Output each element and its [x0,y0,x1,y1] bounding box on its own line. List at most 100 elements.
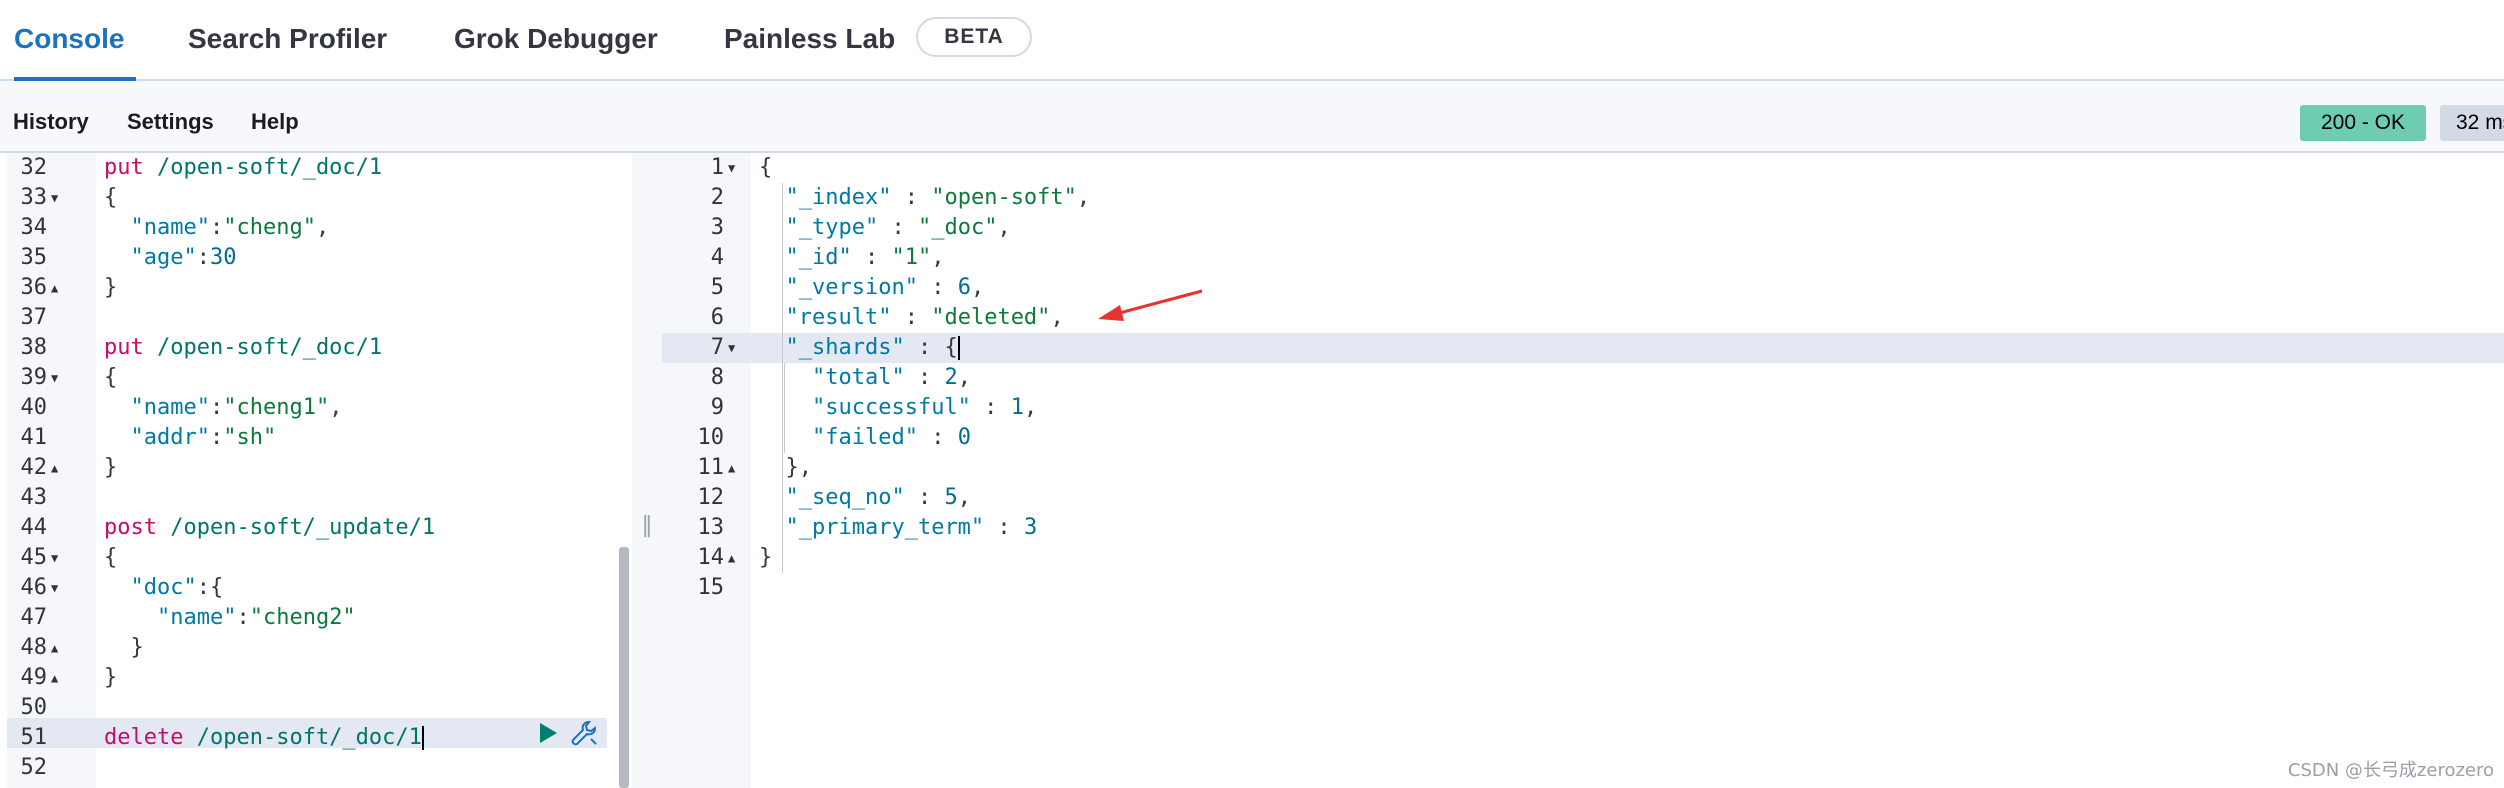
code-line: "_version" : 6, [785,275,985,300]
code-line: "_shards" : { [785,335,960,360]
line-number: 6 [710,305,724,330]
line-number: 47 [20,605,48,630]
line-number: 35 [20,245,48,270]
code-line: "name":"cheng2" [156,605,356,630]
fold-close-icon[interactable]: ▲ [51,273,58,303]
line-number: 4 [710,245,724,270]
settings-link[interactable]: Settings [127,81,214,151]
line-number: 10 [697,425,725,450]
console-toolbar: History Settings Help [0,81,2504,153]
code-line: } [130,635,144,660]
line-number: 34 [20,215,48,240]
line-number: 38 [20,335,48,360]
line-number: 50 [20,695,48,720]
line-number: 8 [710,365,724,390]
tab-console[interactable]: Console [14,0,136,81]
code-line: "doc":{ [130,575,224,600]
line-number: 13 [697,515,725,540]
fold-open-icon[interactable]: ▼ [728,153,735,183]
line-number: 2 [710,185,724,210]
code-line: put /open-soft/_doc/1 [104,335,383,360]
tab-search-profiler[interactable]: Search Profiler [188,0,387,79]
code-line: "_id" : "1", [785,245,945,270]
fold-close-icon[interactable]: ▲ [51,663,58,693]
code-line: { [759,155,773,180]
help-link[interactable]: Help [251,81,299,151]
code-line: put /open-soft/_doc/1 [104,155,383,180]
tab-grok-debugger[interactable]: Grok Debugger [454,0,658,79]
code-line: "failed" : 0 [811,425,971,450]
fold-close-icon[interactable]: ▲ [51,453,58,483]
line-number: 43 [20,485,48,510]
resize-grip-icon[interactable]: ‖ [640,513,654,539]
history-link[interactable]: History [13,81,89,151]
tab-painless-lab[interactable]: Painless Lab [724,0,895,79]
fold-close-icon[interactable]: ▲ [51,633,58,663]
request-time-badge: 32 ms [2440,105,2504,141]
line-number: 1 [710,155,724,180]
line-number: 44 [20,515,48,540]
code-line: "successful" : 1, [811,395,1038,420]
wrench-icon[interactable] [569,719,599,749]
annotation-arrow-icon [1098,289,1203,321]
line-number: 45 [20,545,48,570]
code-line: "name":"cheng", [130,215,330,240]
fold-close-icon[interactable]: ▲ [728,453,735,483]
line-number: 36 [20,275,48,300]
line-number: 14 [697,545,725,570]
code-line: "name":"cheng1", [130,395,343,420]
code-line: delete /open-soft/_doc/1 [104,725,424,750]
fold-open-icon[interactable]: ▼ [51,573,58,603]
code-line: { [104,545,118,570]
line-number: 39 [20,365,48,390]
line-number: 12 [697,485,725,510]
request-scrollbar[interactable] [619,547,629,788]
line-number: 32 [20,155,48,180]
request-editor[interactable]: 32 put /open-soft/_doc/1 33 ▼{34 "name":"ch… [7,153,629,788]
code-line: "result" : "deleted", [785,305,1064,330]
code-line: "addr":"sh" [130,425,277,450]
line-number: 7 [710,335,724,360]
response-editor[interactable]: 1 ▼{2 "_index" : "open-soft", 3 "_type" : … [662,153,2504,788]
fold-open-icon[interactable]: ▼ [51,543,58,573]
line-number: 40 [20,395,48,420]
line-number: 9 [710,395,724,420]
top-tabs: Console Search Profiler Grok Debugger Pa… [0,0,2504,81]
line-number: 11 [697,455,725,480]
code-line: "total" : 2, [811,365,971,390]
code-line: } [759,545,773,570]
line-number: 52 [20,755,48,780]
fold-close-icon[interactable]: ▲ [728,543,735,573]
code-line: { [104,365,118,390]
code-line: } [104,665,118,690]
code-line: "_type" : "_doc", [785,215,1011,240]
code-line: post /open-soft/_update/1 [104,515,436,540]
beta-badge: BETA [916,17,1032,57]
line-number: 51 [20,725,48,750]
fold-open-icon[interactable]: ▼ [51,183,58,213]
line-number: 49 [20,665,48,690]
code-line: "_index" : "open-soft", [785,185,1091,210]
status-code-badge: 200 - OK [2300,105,2426,141]
line-number: 3 [710,215,724,240]
text-cursor [421,726,424,750]
watermark: CSDN @长弓成zerozero [2287,760,2494,781]
fold-open-icon[interactable]: ▼ [728,333,735,363]
line-number: 5 [710,275,724,300]
line-number: 37 [20,305,48,330]
code-line: } [104,455,118,480]
line-number: 41 [20,425,48,450]
code-line: } [104,275,118,300]
fold-open-icon[interactable]: ▼ [51,363,58,393]
code-line: { [104,185,118,210]
text-cursor [957,336,960,360]
code-line: "age":30 [130,245,237,270]
code-line: }, [785,455,813,480]
play-icon[interactable] [535,720,561,746]
line-number: 46 [20,575,48,600]
line-number: 15 [697,575,725,600]
line-number: 42 [20,455,48,480]
line-number: 33 [20,185,48,210]
line-number: 48 [20,635,48,660]
editor-divider[interactable]: ‖ [632,153,662,788]
